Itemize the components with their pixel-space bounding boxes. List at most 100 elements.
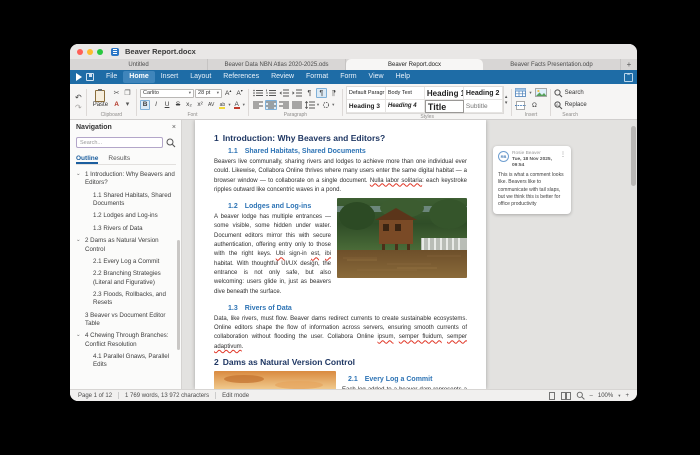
paste-dropdown-icon[interactable]: ▾ bbox=[126, 101, 130, 109]
font-color-dropdown-icon[interactable]: ▾ bbox=[243, 102, 245, 108]
formatting-marks-icon[interactable]: ¶ bbox=[316, 88, 327, 98]
special-character-icon[interactable]: Ω bbox=[529, 100, 539, 110]
book-view-icon[interactable] bbox=[576, 391, 585, 400]
align-left-icon[interactable] bbox=[252, 100, 264, 110]
doc-tab-spreadsheet[interactable]: Beaver Data NBN Atlas 2020-2025.ods bbox=[208, 59, 346, 70]
highlight-color-icon[interactable]: ab bbox=[217, 100, 227, 110]
style-subtitle[interactable]: Subtitle bbox=[464, 100, 503, 113]
chevron-down-icon[interactable]: ⌄ bbox=[76, 332, 81, 339]
outline-item[interactable]: 1.2 Lodges and Log-ins bbox=[76, 212, 176, 220]
font-color-icon[interactable]: A bbox=[232, 100, 242, 110]
style-title-selected[interactable]: Title bbox=[425, 100, 464, 113]
scrollbar-thumb[interactable] bbox=[631, 126, 636, 186]
menu-references[interactable]: References bbox=[217, 71, 265, 83]
cut-icon[interactable]: ✂ bbox=[114, 90, 120, 98]
search-button[interactable]: Search bbox=[554, 89, 587, 98]
zoom-in-icon[interactable]: + bbox=[625, 393, 629, 399]
menu-layout[interactable]: Layout bbox=[184, 71, 217, 83]
font-name-select[interactable]: Carlito ▾ bbox=[140, 89, 194, 98]
superscript-button[interactable]: x² bbox=[195, 100, 205, 110]
undo-icon[interactable]: ↶ bbox=[75, 94, 82, 102]
new-tab-button[interactable]: + bbox=[621, 59, 637, 70]
multi-page-view-icon[interactable] bbox=[561, 392, 571, 400]
close-sidebar-icon[interactable]: × bbox=[172, 124, 176, 131]
outline-item[interactable]: 2.1 Every Log a Commit bbox=[76, 258, 176, 266]
doc-tab-presentation[interactable]: Beaver Facts Presentation.odp bbox=[483, 59, 621, 70]
menu-view[interactable]: View bbox=[363, 71, 390, 83]
sidebar-search-input[interactable] bbox=[76, 137, 163, 148]
save-icon[interactable] bbox=[86, 73, 94, 81]
styles-scroll-down-icon[interactable]: ▾ bbox=[505, 101, 508, 106]
style-heading-2[interactable]: Heading 2 bbox=[464, 87, 503, 100]
strikethrough-button[interactable]: S bbox=[173, 100, 183, 110]
menu-form[interactable]: Form bbox=[334, 71, 362, 83]
document-page[interactable]: 1Introduction: Why Beavers and Editors? … bbox=[195, 120, 486, 389]
underline-button[interactable]: U bbox=[162, 100, 172, 110]
style-default-paragraph[interactable]: Default Paragr bbox=[347, 87, 386, 100]
zoom-window-button[interactable] bbox=[97, 49, 103, 55]
style-body-text[interactable]: Body Text bbox=[386, 87, 425, 100]
outline-item[interactable]: 2.3 Floods, Rollbacks, and Resets bbox=[76, 291, 176, 308]
dam-photo[interactable] bbox=[214, 371, 336, 389]
menu-review[interactable]: Review bbox=[265, 71, 300, 83]
outline-item[interactable]: 4.1 Parallel Gnaws, Parallel Edits bbox=[76, 353, 176, 370]
styles-scroll-up-icon[interactable]: ▴ bbox=[505, 95, 508, 100]
paragraph-settings-dropdown-icon[interactable]: ▾ bbox=[332, 102, 334, 108]
outline-item[interactable]: 2.2 Branching Strategies (Literal and Fi… bbox=[76, 270, 176, 287]
comment-card[interactable]: RB Rosie Beaver Tue, 18 Nov 2025, 09:54 … bbox=[493, 146, 571, 214]
document-scrollbar[interactable] bbox=[631, 122, 636, 387]
italic-button[interactable]: I bbox=[151, 100, 161, 110]
style-heading-4[interactable]: Heading 4 bbox=[386, 100, 425, 113]
outline-item[interactable]: 3 Beaver vs Document Editor Table bbox=[76, 312, 176, 329]
line-spacing-icon[interactable] bbox=[304, 100, 316, 110]
font-size-select[interactable]: 28 pt ▾ bbox=[195, 89, 222, 98]
chevron-down-icon[interactable]: ⌄ bbox=[76, 171, 81, 178]
minimize-window-button[interactable] bbox=[87, 49, 93, 55]
outline-item[interactable]: ⌄2 Dams as Natural Version Control bbox=[76, 237, 176, 254]
comment-menu-icon[interactable]: ⋮ bbox=[560, 151, 566, 169]
status-mode[interactable]: Edit mode bbox=[222, 393, 249, 399]
style-heading-3[interactable]: Heading 3 bbox=[347, 100, 386, 113]
bullet-list-icon[interactable] bbox=[252, 88, 264, 98]
chevron-down-icon[interactable]: ⌄ bbox=[76, 237, 81, 244]
paragraph-settings-icon[interactable] bbox=[320, 100, 331, 110]
menu-format[interactable]: Format bbox=[300, 71, 334, 83]
insert-table-dropdown-icon[interactable]: ▾ bbox=[529, 90, 531, 96]
zoom-level[interactable]: 100% bbox=[598, 393, 613, 399]
outline-item[interactable]: ⌄4 Chewing Through Branches: Conflict Re… bbox=[76, 332, 176, 349]
zoom-out-icon[interactable]: – bbox=[590, 393, 593, 399]
menu-help[interactable]: Help bbox=[390, 71, 416, 83]
grow-font-icon[interactable]: A▴ bbox=[223, 88, 233, 97]
paragraph-mark-icon[interactable]: ¶ bbox=[304, 88, 315, 98]
sidebar-tab-outline[interactable]: Outline bbox=[76, 155, 98, 162]
outline-item[interactable]: 1.1 Shared Habitats, Shared Documents bbox=[76, 192, 176, 209]
text-direction-icon[interactable]: ¶ bbox=[328, 88, 339, 98]
insert-table-icon[interactable] bbox=[515, 88, 526, 97]
subscript-button[interactable]: x₂ bbox=[184, 100, 194, 110]
sidebar-search-icon[interactable] bbox=[166, 138, 176, 148]
sidebar-tab-results[interactable]: Results bbox=[108, 155, 130, 162]
redo-icon[interactable]: ↷ bbox=[75, 104, 82, 112]
insert-image-icon[interactable] bbox=[535, 88, 547, 97]
justify-icon[interactable] bbox=[291, 100, 303, 110]
align-right-icon[interactable] bbox=[278, 100, 290, 110]
highlight-dropdown-icon[interactable]: ▾ bbox=[228, 102, 230, 108]
status-page[interactable]: Page 1 of 12 bbox=[78, 393, 112, 399]
collapse-ribbon-icon[interactable]: ⌃ bbox=[624, 73, 633, 82]
increase-indent-icon[interactable] bbox=[291, 88, 303, 98]
insert-page-break-icon[interactable] bbox=[515, 101, 526, 110]
zoom-dropdown-icon[interactable]: ▾ bbox=[618, 393, 620, 399]
clone-formatting-icon[interactable]: A bbox=[114, 101, 119, 109]
single-page-view-icon[interactable] bbox=[548, 392, 556, 400]
bold-button[interactable]: B bbox=[140, 100, 150, 110]
close-window-button[interactable] bbox=[77, 49, 83, 55]
paste-button[interactable]: Paste bbox=[90, 90, 111, 108]
align-center-icon[interactable] bbox=[265, 100, 277, 110]
copy-icon[interactable]: ❐ bbox=[124, 90, 130, 98]
menu-home[interactable]: Home bbox=[123, 71, 154, 83]
doc-tab-untitled[interactable]: Untitled bbox=[70, 59, 208, 70]
sidebar-scrollbar[interactable] bbox=[177, 240, 180, 350]
menu-insert[interactable]: Insert bbox=[155, 71, 185, 83]
doc-tab-beaver-report[interactable]: Beaver Report.docx bbox=[346, 59, 483, 70]
decrease-indent-icon[interactable] bbox=[278, 88, 290, 98]
